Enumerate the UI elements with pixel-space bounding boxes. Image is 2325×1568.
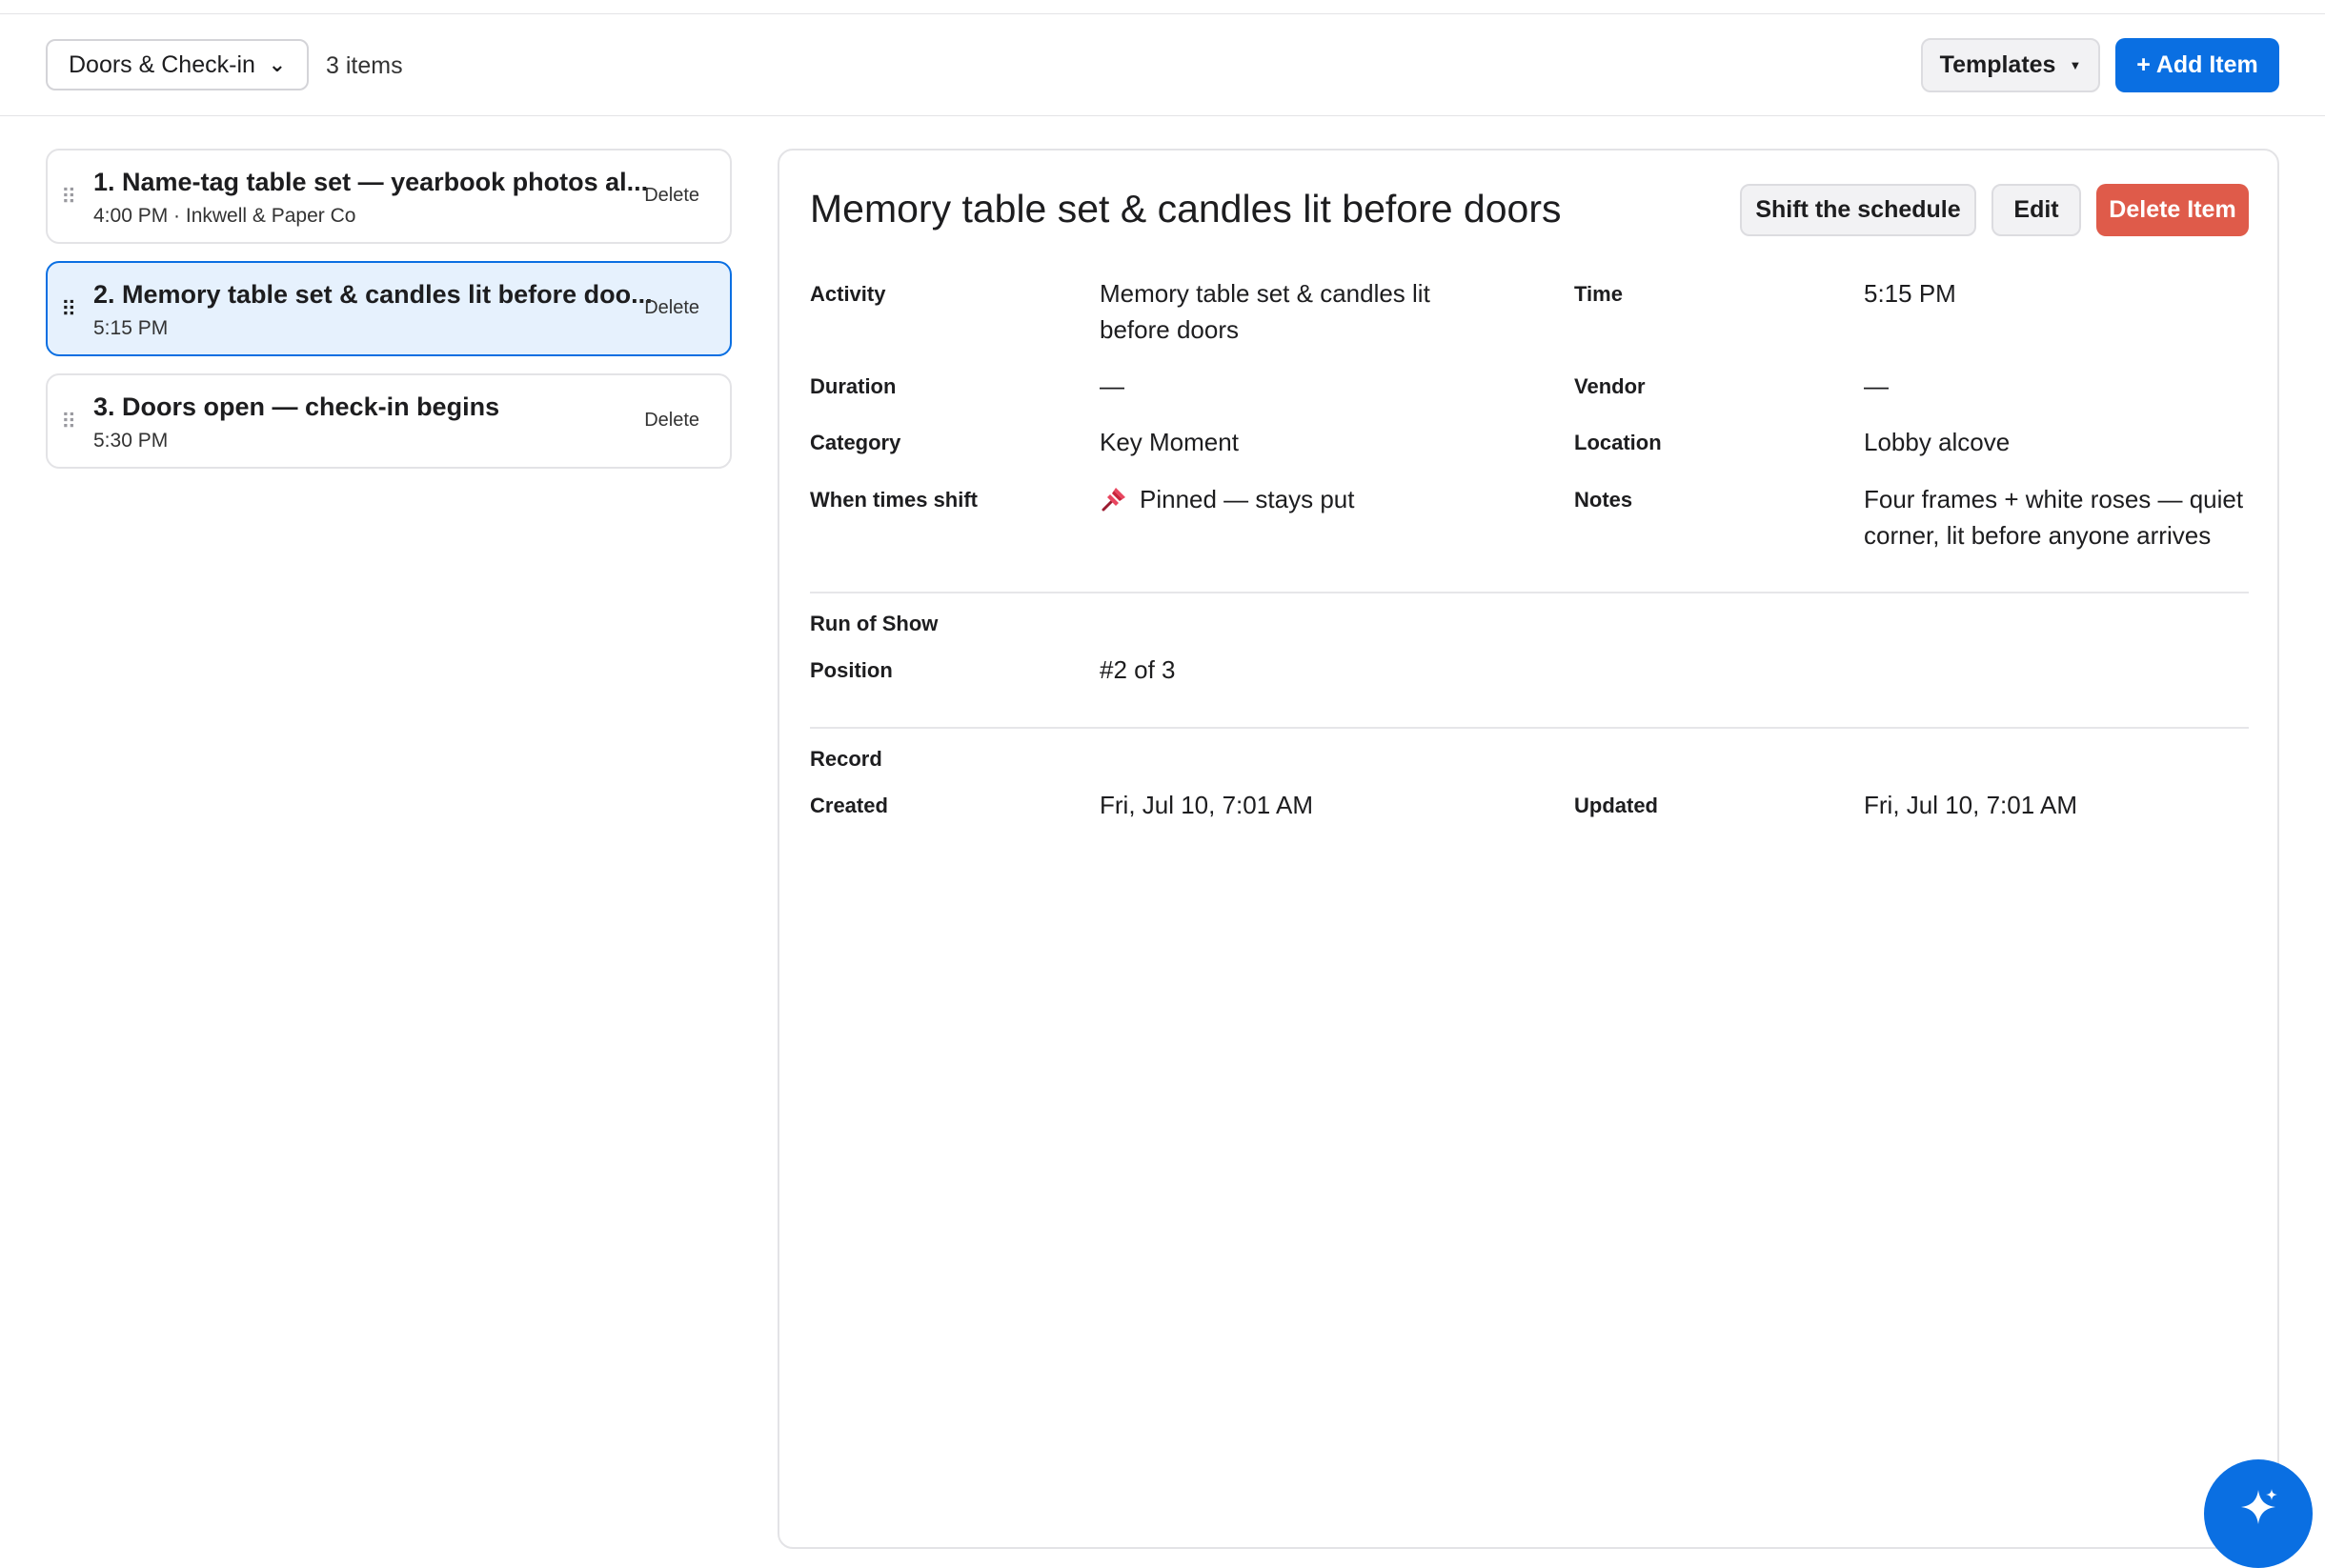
item-list: ⠿ 1. Name-tag table set — yearbook photo… xyxy=(46,149,732,486)
category-value: Key Moment xyxy=(1100,428,1239,456)
drag-handle-icon[interactable]: ⠿ xyxy=(61,410,76,434)
category-label: Category xyxy=(810,431,901,454)
pushpin-icon xyxy=(1102,488,1125,512)
list-item-title: 3. Doors open — check-in begins xyxy=(93,392,500,421)
run-of-show-heading: Run of Show xyxy=(810,612,939,635)
chevron-down-icon: ⌄ xyxy=(268,52,286,76)
toolbar: Doors & Check-in ⌄ 3 items Templates ▼ +… xyxy=(0,14,2325,116)
position-label: Position xyxy=(810,658,893,682)
duration-label: Duration xyxy=(810,374,897,398)
drag-handle-icon[interactable]: ⠿ xyxy=(61,297,76,322)
list-item-delete-button[interactable]: Delete xyxy=(644,410,699,432)
duration-value: — xyxy=(1100,372,1124,400)
list-item-title: 1. Name-tag table set — yearbook photos … xyxy=(93,168,649,196)
sparkle-icon xyxy=(2241,1489,2277,1524)
record-heading: Record xyxy=(810,747,882,771)
list-item-subtitle: 5:15 PM xyxy=(93,317,169,339)
shift-schedule-button[interactable]: Shift the schedule xyxy=(1740,184,1976,236)
templates-button[interactable]: Templates ▼ xyxy=(1921,38,2100,92)
activity-label: Activity xyxy=(810,282,886,306)
list-item-subtitle: 5:30 PM xyxy=(93,430,169,452)
created-label: Created xyxy=(810,794,888,817)
list-item[interactable]: ⠿ 1. Name-tag table set — yearbook photo… xyxy=(46,149,732,244)
section-filter-value: Doors & Check-in xyxy=(69,50,255,78)
vendor-value: — xyxy=(1864,372,1889,400)
list-item[interactable]: ⠿ 3. Doors open — check-in begins 5:30 P… xyxy=(46,373,732,469)
detail-title: Memory table set & candles lit before do… xyxy=(810,187,1562,231)
list-item-delete-button[interactable]: Delete xyxy=(644,297,699,319)
delete-item-button[interactable]: Delete Item xyxy=(2096,184,2249,236)
notes-value: Four frames + white roses — quiet corner… xyxy=(1864,485,2244,550)
section-divider xyxy=(810,592,2249,593)
location-label: Location xyxy=(1574,431,1662,454)
list-item-subtitle: 4:00 PM · Inkwell & Paper Co xyxy=(93,205,356,227)
list-item-delete-button[interactable]: Delete xyxy=(644,185,699,207)
list-item-selected[interactable]: ⠿ 2. Memory table set & candles lit befo… xyxy=(46,261,732,356)
location-value: Lobby alcove xyxy=(1864,428,2011,456)
updated-value: Fri, Jul 10, 7:01 AM xyxy=(1864,791,2077,819)
created-value: Fri, Jul 10, 7:01 AM xyxy=(1100,791,1313,819)
position-value: #2 of 3 xyxy=(1100,655,1176,684)
when-times-shift-value: Pinned — stays put xyxy=(1100,481,1354,517)
edit-button[interactable]: Edit xyxy=(1991,184,2081,236)
section-filter-select[interactable]: Doors & Check-in ⌄ xyxy=(46,39,309,90)
when-times-shift-text: Pinned — stays put xyxy=(1140,485,1355,513)
drag-handle-icon[interactable]: ⠿ xyxy=(61,185,76,210)
templates-label: Templates xyxy=(1939,51,2056,78)
time-value: 5:15 PM xyxy=(1864,279,1956,308)
vendor-label: Vendor xyxy=(1574,374,1646,398)
item-count: 3 items xyxy=(326,52,403,79)
section-divider xyxy=(810,727,2249,729)
updated-label: Updated xyxy=(1574,794,1658,817)
detail-panel: Memory table set & candles lit before do… xyxy=(778,149,2279,1549)
activity-value: Memory table set & candles lit before do… xyxy=(1100,279,1430,344)
assistant-fab-button[interactable] xyxy=(2204,1459,2313,1568)
caret-down-icon: ▼ xyxy=(2069,58,2082,72)
notes-label: Notes xyxy=(1574,488,1633,512)
add-item-button[interactable]: + Add Item xyxy=(2115,38,2279,92)
list-item-title: 2. Memory table set & candles lit before… xyxy=(93,280,653,309)
time-label: Time xyxy=(1574,282,1623,306)
when-times-shift-label: When times shift xyxy=(810,488,979,512)
